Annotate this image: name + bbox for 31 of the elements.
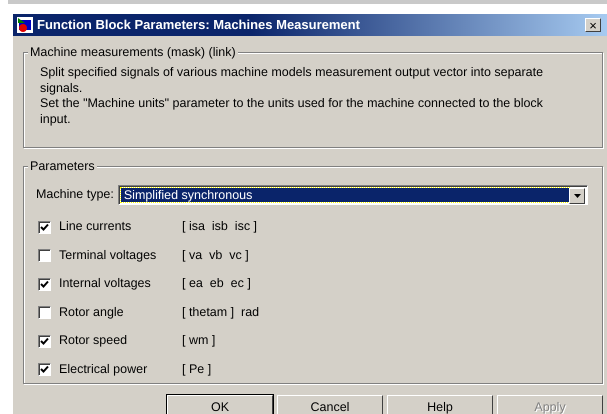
window-title: Function Block Parameters: Machines Measurement xyxy=(37,16,360,34)
signal-names: [ va vb vc ] xyxy=(182,248,249,264)
dialog-button[interactable]: Cancel xyxy=(277,395,383,414)
checkbox-label: Terminal voltages xyxy=(59,248,158,264)
signal-names: [ thetam ] rad xyxy=(182,304,260,321)
checkbox-label: Electrical power xyxy=(59,362,148,378)
dropdown-arrow-icon xyxy=(574,194,580,198)
checkbox-label: Rotor angle xyxy=(59,304,125,321)
field-label: Machine type: xyxy=(36,187,114,203)
description-text: Set the "Machine units" parameter to the units used for the machine connected to the block input. xyxy=(40,96,544,128)
checkbox[interactable] xyxy=(38,220,51,234)
signal-names: [ ea eb ec ] xyxy=(182,276,251,292)
description-text: Split specified signals of various machine models measurement output vector into separate signals. xyxy=(40,65,544,96)
checkbox[interactable] xyxy=(38,249,51,262)
signal-names: [ wm ] xyxy=(182,333,216,350)
dialog-button[interactable]: OK xyxy=(167,395,273,414)
app-icon xyxy=(17,17,33,33)
dialog-button[interactable]: Help xyxy=(387,395,493,414)
checkbox[interactable] xyxy=(38,278,51,291)
signal-names: [ Pe ] xyxy=(182,362,212,378)
signal-names: [ isa isb isc ] xyxy=(182,219,258,236)
checkbox[interactable] xyxy=(38,306,51,320)
checkbox[interactable] xyxy=(38,363,51,376)
close-button[interactable]: × xyxy=(585,18,601,32)
checkbox-label: Internal voltages xyxy=(59,276,152,292)
checkbox[interactable] xyxy=(38,334,51,348)
checkbox-label: Line currents xyxy=(59,219,132,236)
group-title: Machine measurements (mask) (link) xyxy=(28,45,238,61)
checkbox-label: Rotor speed xyxy=(59,333,128,350)
selected-value: Simplified synchronous xyxy=(120,188,569,202)
machine-type-dropdown[interactable]: Simplified synchronous xyxy=(118,185,588,205)
